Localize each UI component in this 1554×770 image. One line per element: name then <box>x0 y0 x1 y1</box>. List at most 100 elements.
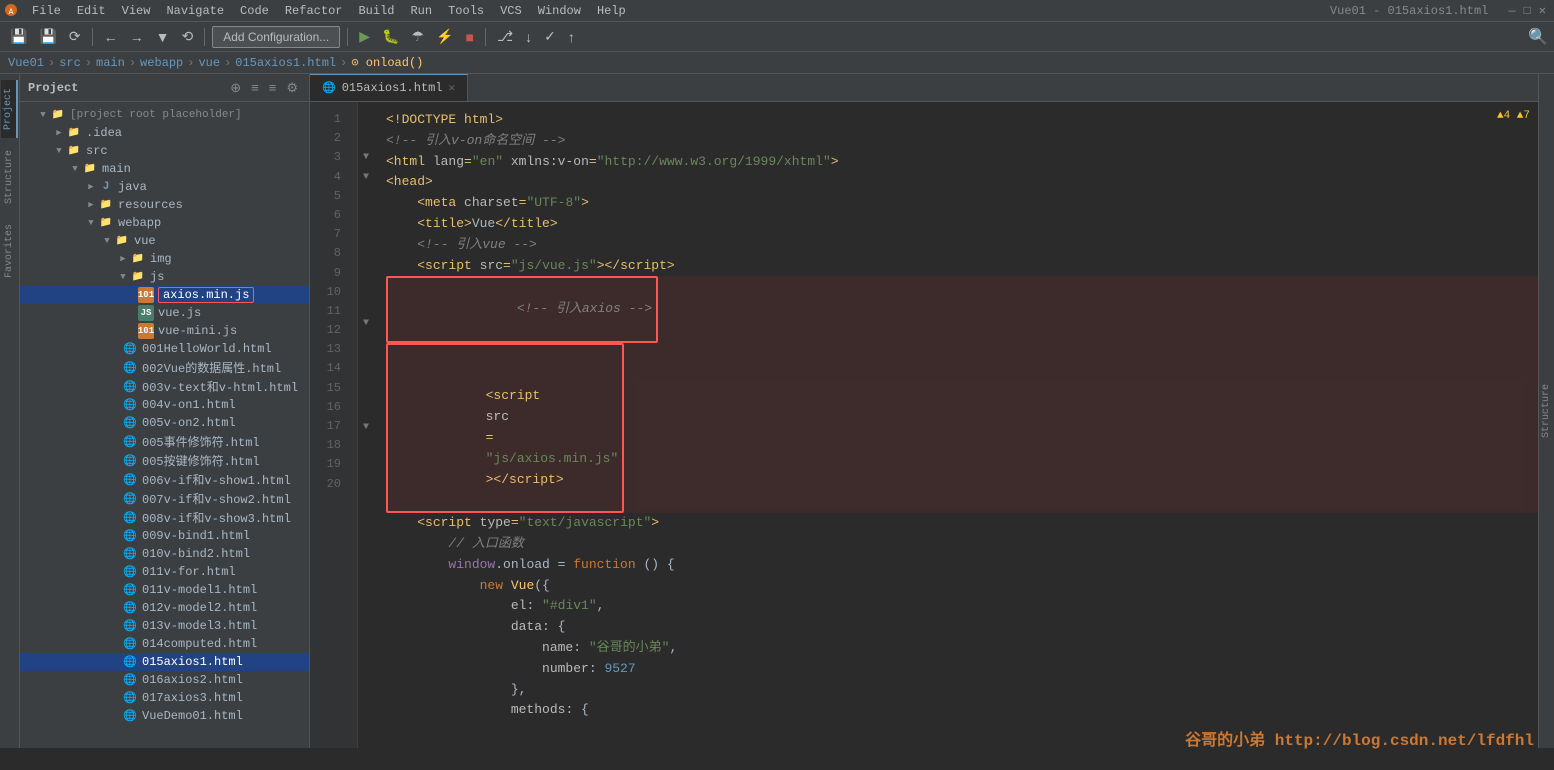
minimize-btn[interactable]: — <box>1508 4 1515 18</box>
toolbar-sync-btn[interactable]: ⟳ <box>65 26 85 47</box>
tree-017[interactable]: 🌐 017axios3.html <box>20 689 309 707</box>
tree-001[interactable]: 🌐 001HelloWorld.html <box>20 340 309 358</box>
breadcrumb-webapp[interactable]: webapp <box>140 56 183 70</box>
menu-run[interactable]: Run <box>402 0 440 21</box>
project-tab[interactable]: Project <box>1 80 18 138</box>
tree-010[interactable]: 🌐 010v-bind2.html <box>20 545 309 563</box>
toolbar-recent-btn[interactable]: ⟲ <box>177 26 197 47</box>
tree-vuedemo01[interactable]: 🌐 VueDemo01.html <box>20 707 309 725</box>
structure-tab[interactable]: Structure <box>2 142 17 212</box>
code-line-9: <!-- 引入axios --> <box>386 276 1538 342</box>
add-configuration-button[interactable]: Add Configuration... <box>212 26 340 48</box>
profile-btn[interactable]: ⚡ <box>432 26 457 47</box>
breadcrumb-vue[interactable]: vue <box>198 56 220 70</box>
tree-src[interactable]: ▼ 📁 src <box>20 142 309 160</box>
tree-webapp[interactable]: ▼ 📁 webapp <box>20 214 309 232</box>
fold-16[interactable]: ▼ <box>358 422 374 443</box>
menu-navigate[interactable]: Navigate <box>158 0 232 21</box>
sidebar-scope-btn[interactable]: ⊕ <box>227 79 244 97</box>
breadcrumb-vue01[interactable]: Vue01 <box>8 56 44 70</box>
close-btn[interactable]: ✕ <box>1539 3 1546 18</box>
code-token: Vue <box>472 214 495 235</box>
tree-img[interactable]: ▶ 📁 img <box>20 250 309 268</box>
tree-axios-min-js[interactable]: 101 axios.min.js <box>20 286 309 304</box>
tree-009[interactable]: 🌐 009v-bind1.html <box>20 527 309 545</box>
code-token: function <box>573 555 635 576</box>
tree-main[interactable]: ▼ 📁 main <box>20 160 309 178</box>
warning-count: ▲4 ▲7 <box>1497 110 1530 122</box>
tree-013[interactable]: 🌐 013v-model3.html <box>20 617 309 635</box>
code-line-15: el : "#div1" , <box>386 596 1538 617</box>
breadcrumb: Vue01 › src › main › webapp › vue › 015a… <box>0 52 1554 74</box>
menu-edit[interactable]: Edit <box>69 0 114 21</box>
sidebar-expand-btn[interactable]: ≡ <box>266 79 280 97</box>
breadcrumb-method[interactable]: ⊙ onload() <box>351 55 423 70</box>
push-btn[interactable]: ↑ <box>564 27 579 47</box>
tree-vue-js[interactable]: JS vue.js <box>20 304 309 322</box>
tree-003[interactable]: 🌐 003v-text和v-html.html <box>20 377 309 396</box>
menu-code[interactable]: Code <box>232 0 277 21</box>
tree-js-folder[interactable]: ▼ 📁 js <box>20 268 309 286</box>
tree-011vfor[interactable]: 🌐 011v-for.html <box>20 563 309 581</box>
structure-label[interactable]: Structure <box>1541 384 1552 438</box>
debug-btn[interactable]: 🐛 <box>378 26 403 47</box>
code-token: ></script> <box>486 472 564 487</box>
commit-btn[interactable]: ✓ <box>540 26 560 47</box>
update-btn[interactable]: ↓ <box>521 27 536 47</box>
ln-12: 12 <box>310 321 349 340</box>
fold-3[interactable]: ▼ <box>358 152 374 173</box>
tab-close-btn[interactable]: ✕ <box>449 81 456 95</box>
menu-view[interactable]: View <box>114 0 159 21</box>
tree-vue-mini-js[interactable]: 101 vue-mini.js <box>20 322 309 340</box>
fold-4[interactable]: ▼ <box>358 172 374 193</box>
favorites-tab[interactable]: Favorites <box>2 216 17 286</box>
breadcrumb-file[interactable]: 015axios1.html <box>235 56 336 70</box>
tree-java[interactable]: ▶ J java <box>20 178 309 196</box>
vcs-btn[interactable]: ⎇ <box>493 26 517 47</box>
coverage-btn[interactable]: ☂ <box>408 26 429 47</box>
tree-007[interactable]: 🌐 007v-if和v-show2.html <box>20 489 309 508</box>
menu-help[interactable]: Help <box>589 0 634 21</box>
sidebar-collapse-btn[interactable]: ≡ <box>248 79 262 97</box>
tree-005on2[interactable]: 🌐 005v-on2.html <box>20 414 309 432</box>
menu-file[interactable]: File <box>24 0 69 21</box>
tree-vue-folder[interactable]: ▼ 📁 vue <box>20 232 309 250</box>
tree-root[interactable]: ▼ 📁 [project root placeholder] <box>20 106 309 124</box>
menu-refactor[interactable]: Refactor <box>277 0 351 21</box>
sidebar-settings-btn[interactable]: ⚙ <box>283 79 301 97</box>
tree-016[interactable]: 🌐 016axios2.html <box>20 671 309 689</box>
tree-011vmodel[interactable]: 🌐 011v-model1.html <box>20 581 309 599</box>
tree-idea[interactable]: ▶ 📁 .idea <box>20 124 309 142</box>
code-token: = <box>511 513 519 534</box>
run-btn[interactable]: ▶ <box>355 26 374 47</box>
menu-bar: A File Edit View Navigate Code Refactor … <box>0 0 1554 22</box>
breadcrumb-src[interactable]: src <box>59 56 81 70</box>
tree-002[interactable]: 🌐 002Vue的数据属性.html <box>20 358 309 377</box>
tree-015[interactable]: 🌐 015axios1.html <box>20 653 309 671</box>
toolbar-sep-3 <box>347 28 348 46</box>
toolbar-save-all-btn[interactable]: 💾 <box>35 26 60 47</box>
stop-btn[interactable]: ■ <box>462 27 478 47</box>
toolbar-dropdown-btn[interactable]: ▼ <box>152 27 174 47</box>
toolbar-forward-btn[interactable]: → <box>126 27 148 47</box>
tree-008[interactable]: 🌐 008v-if和v-show3.html <box>20 508 309 527</box>
tree-005key[interactable]: 🌐 005按键修饰符.html <box>20 451 309 470</box>
tree-004[interactable]: 🌐 004v-on1.html <box>20 396 309 414</box>
search-everywhere-btn[interactable]: 🔍 <box>1528 27 1548 47</box>
tree-014[interactable]: 🌐 014computed.html <box>20 635 309 653</box>
tree-resources[interactable]: ▶ 📁 resources <box>20 196 309 214</box>
fold-11[interactable]: ▼ <box>358 318 374 339</box>
menu-build[interactable]: Build <box>350 0 402 21</box>
toolbar-back-btn[interactable]: ← <box>100 27 122 47</box>
menu-vcs[interactable]: VCS <box>492 0 530 21</box>
editor-tab-015[interactable]: 🌐 015axios1.html ✕ <box>310 74 468 101</box>
breadcrumb-main[interactable]: main <box>96 56 125 70</box>
tree-006[interactable]: 🌐 006v-if和v-show1.html <box>20 470 309 489</box>
maximize-btn[interactable]: □ <box>1524 4 1531 18</box>
tree-012[interactable]: 🌐 012v-model2.html <box>20 599 309 617</box>
toolbar-save-btn[interactable]: 💾 <box>6 26 31 47</box>
menu-tools[interactable]: Tools <box>440 0 492 21</box>
menu-window[interactable]: Window <box>530 0 589 21</box>
tree-005event[interactable]: 🌐 005事件修饰符.html <box>20 432 309 451</box>
code-token: ({ <box>534 576 550 597</box>
